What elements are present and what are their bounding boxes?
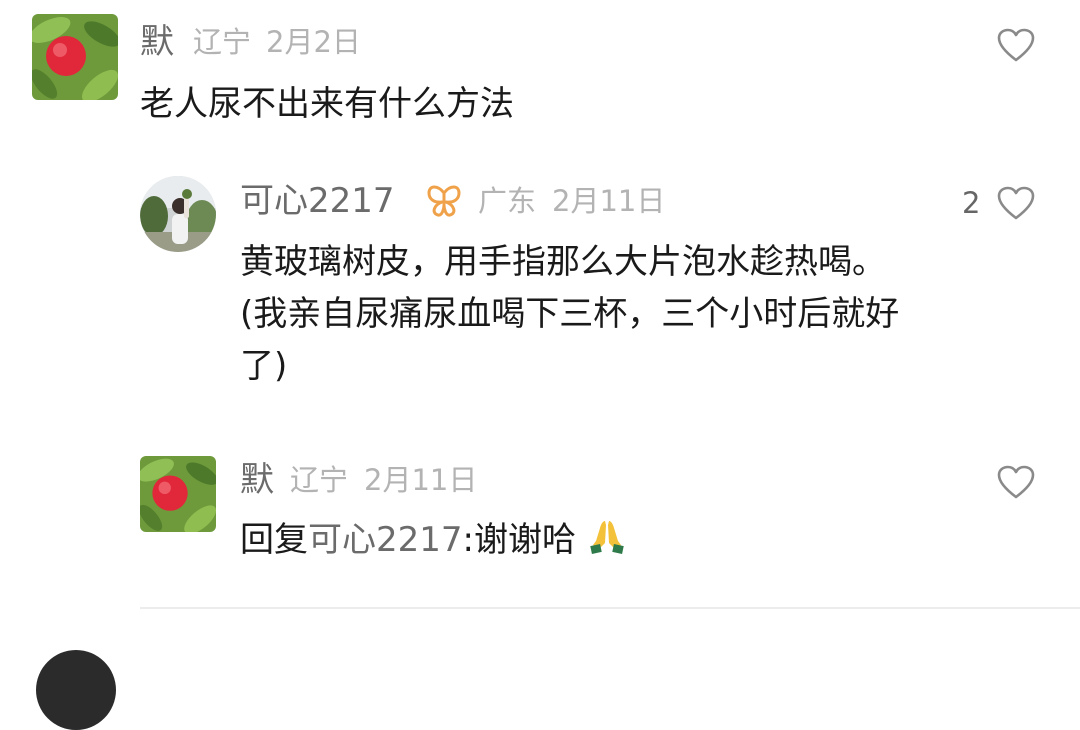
reply-prefix: 回复 [240,520,308,560]
comment-date: 2月11日 [364,463,478,497]
avatar[interactable] [32,14,118,100]
comment-location: 广东 [478,184,537,218]
comment-date: 2月11日 [552,184,666,218]
comment-text-line: 了) [240,346,288,386]
like-button[interactable] [996,26,1036,66]
reply-text: :谢谢哈 [462,520,576,560]
heart-icon [997,465,1035,499]
avatar[interactable] [140,456,216,532]
comment-location: 辽宁 [290,463,349,497]
like-button[interactable] [996,184,1036,224]
comment-location: 辽宁 [193,25,252,59]
comment-text: 回复可心2217:谢谢哈 [240,514,627,570]
comment-author[interactable]: 默 [140,22,174,62]
butterfly-badge-icon [424,181,464,221]
peach-avatar-icon [140,456,216,532]
heart-icon [997,28,1035,62]
avatar[interactable] [36,650,116,730]
comment-author[interactable]: 可心2217 [240,181,395,221]
comment-text: 老人尿不出来有什么方法 [140,84,514,124]
like-button[interactable] [996,463,1036,503]
reply-to-user[interactable]: 可心2217 [308,520,463,560]
comment-text-line: 黄玻璃树皮，用手指那么大片泡水趁热喝。 [240,242,886,282]
comment-date: 2月2日 [266,25,361,59]
comment-text-line: (我亲自尿痛尿血喝下三杯，三个小时后就好 [240,294,900,334]
like-count: 2 [962,186,981,220]
peach-avatar-icon [32,14,118,100]
avatar[interactable] [140,176,216,252]
divider [140,607,1080,609]
comment-author[interactable]: 默 [240,460,274,500]
person-avatar-icon [140,176,216,252]
folded-hands-icon [587,515,627,570]
heart-icon [997,186,1035,220]
